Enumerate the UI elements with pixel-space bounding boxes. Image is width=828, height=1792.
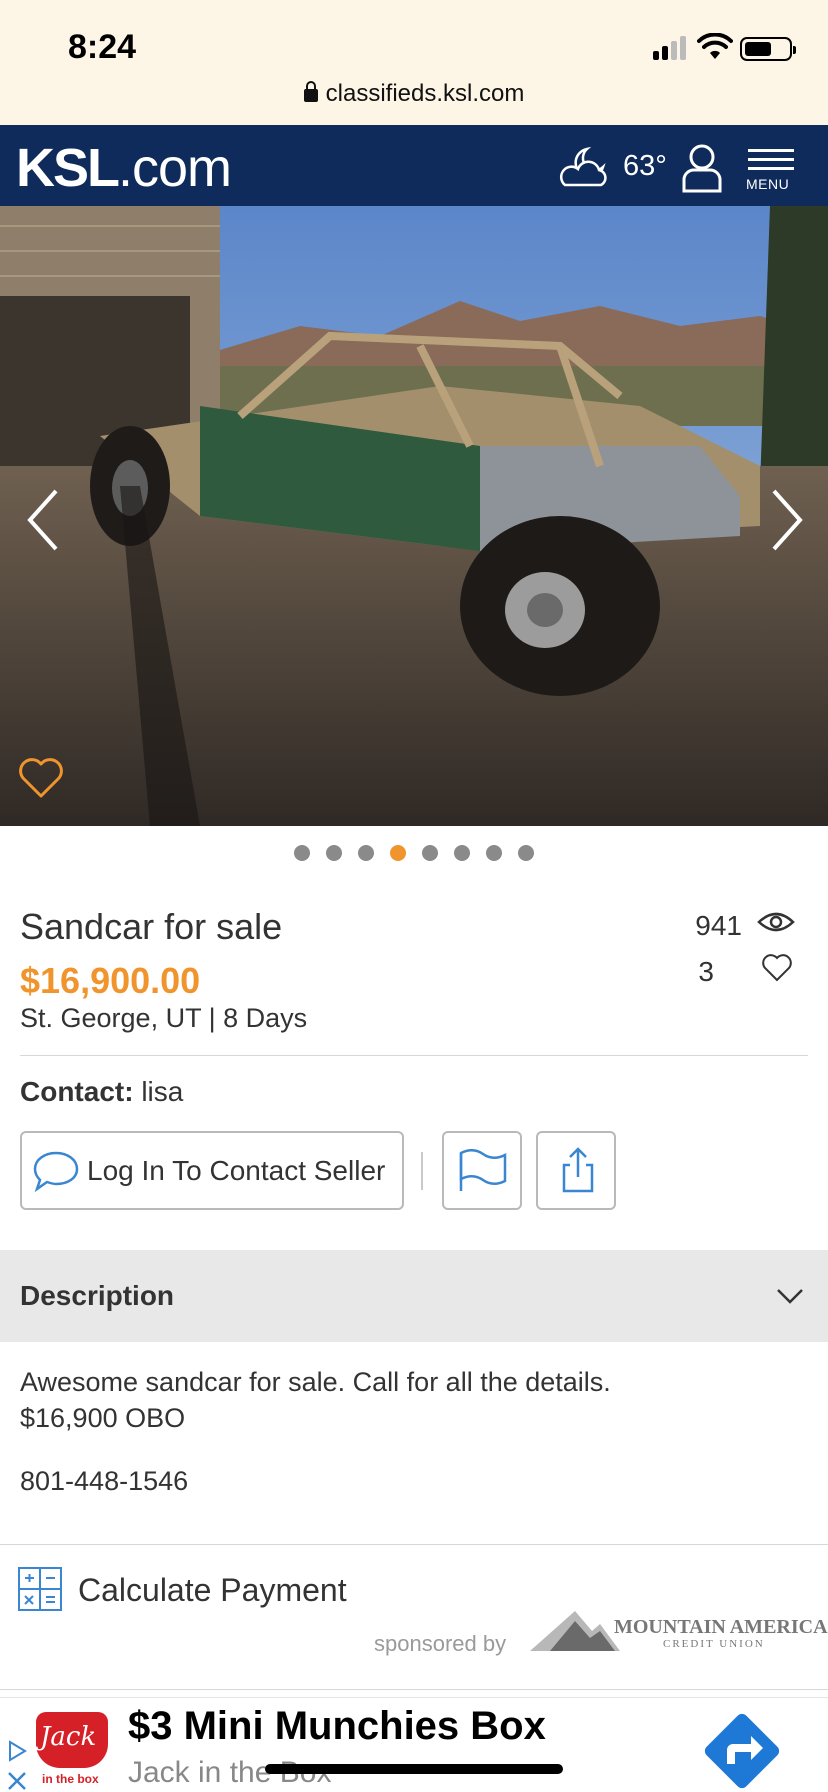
divider xyxy=(20,1055,808,1056)
eye-icon xyxy=(757,912,795,932)
wifi-icon xyxy=(697,33,733,59)
menu-button[interactable]: MENU xyxy=(746,145,798,195)
clock: 8:24 xyxy=(68,28,137,66)
divider xyxy=(0,1544,828,1545)
listing-location-age: St. George, UT | 8 Days xyxy=(20,1003,308,1033)
favorite-count: 3 xyxy=(698,956,714,987)
chat-bubble-icon xyxy=(33,1151,79,1193)
carousel-dot[interactable] xyxy=(294,845,310,861)
carousel-dot[interactable] xyxy=(486,845,502,861)
close-icon[interactable] xyxy=(6,1770,28,1792)
lock-icon xyxy=(303,81,318,102)
carousel-dot[interactable] xyxy=(358,845,374,861)
url-text: classifieds.ksl.com xyxy=(325,80,525,107)
battery-icon xyxy=(740,37,796,61)
carousel-dots xyxy=(0,845,828,865)
sponsored-by-label: sponsored by xyxy=(374,1631,507,1656)
user-icon[interactable] xyxy=(680,143,724,193)
divider xyxy=(0,1689,828,1690)
listing-price: $16,900.00 xyxy=(20,960,201,1001)
contact-seller-label: Log In To Contact Seller xyxy=(87,1155,386,1186)
description-phone[interactable]: 801-448-1546 xyxy=(20,1466,188,1497)
chevron-left-icon[interactable] xyxy=(22,485,62,555)
listing-photo[interactable] xyxy=(0,206,828,826)
chevron-right-icon[interactable] xyxy=(768,485,808,555)
view-count: 941 xyxy=(695,910,742,941)
heart-outline-icon[interactable] xyxy=(18,756,64,800)
share-button[interactable] xyxy=(536,1131,616,1210)
site-header: KSL.com 63° MENU xyxy=(0,125,828,206)
report-button[interactable] xyxy=(442,1131,522,1210)
contact-seller-button[interactable]: Log In To Contact Seller xyxy=(20,1131,404,1210)
carousel-dot[interactable] xyxy=(326,845,342,861)
description-toggle[interactable]: Description xyxy=(0,1250,828,1342)
mountain-logo-icon xyxy=(530,1611,620,1651)
address-bar[interactable]: classifieds.ksl.com xyxy=(0,80,828,108)
contact-line: Contact: lisa xyxy=(20,1076,184,1107)
description-heading: Description xyxy=(20,1280,175,1311)
carousel-dot[interactable] xyxy=(454,845,470,861)
status-bar: 8:24 classifieds.ksl.com xyxy=(0,0,828,125)
description-text: Awesome sandcar for sale. Call for all t… xyxy=(20,1367,611,1433)
ad-banner[interactable]: Jack in the box $3 Mini Munchies Box Jac… xyxy=(0,1697,828,1792)
share-icon xyxy=(562,1147,594,1193)
partly-cloudy-night-icon[interactable] xyxy=(557,145,615,189)
flag-icon xyxy=(459,1149,507,1191)
directions-icon[interactable] xyxy=(697,1706,787,1792)
carousel-dot[interactable] xyxy=(422,845,438,861)
temperature[interactable]: 63° xyxy=(623,150,667,183)
mountain-america-logo[interactable]: MOUNTAIN AMERICA CREDIT UNION xyxy=(530,1606,828,1656)
carousel-dot-active[interactable] xyxy=(390,845,406,861)
chevron-down-icon xyxy=(777,1289,803,1304)
button-separator xyxy=(421,1152,423,1190)
menu-label: MENU xyxy=(746,176,790,192)
ad-title[interactable]: $3 Mini Munchies Box xyxy=(128,1704,546,1749)
heart-icon xyxy=(762,954,792,982)
jack-in-the-box-logo: Jack in the box xyxy=(34,1710,110,1790)
home-indicator[interactable] xyxy=(265,1764,563,1774)
cellular-signal-icon xyxy=(653,36,687,60)
seller-name: lisa xyxy=(141,1076,184,1107)
ksl-logo[interactable]: KSL.com xyxy=(16,137,232,199)
calculate-payment-link[interactable]: Calculate Payment xyxy=(78,1572,347,1609)
adchoices-icon[interactable] xyxy=(6,1740,28,1762)
carousel-dot[interactable] xyxy=(518,845,534,861)
calculator-icon[interactable] xyxy=(17,1566,63,1612)
listing-title: Sandcar for sale xyxy=(20,906,283,947)
